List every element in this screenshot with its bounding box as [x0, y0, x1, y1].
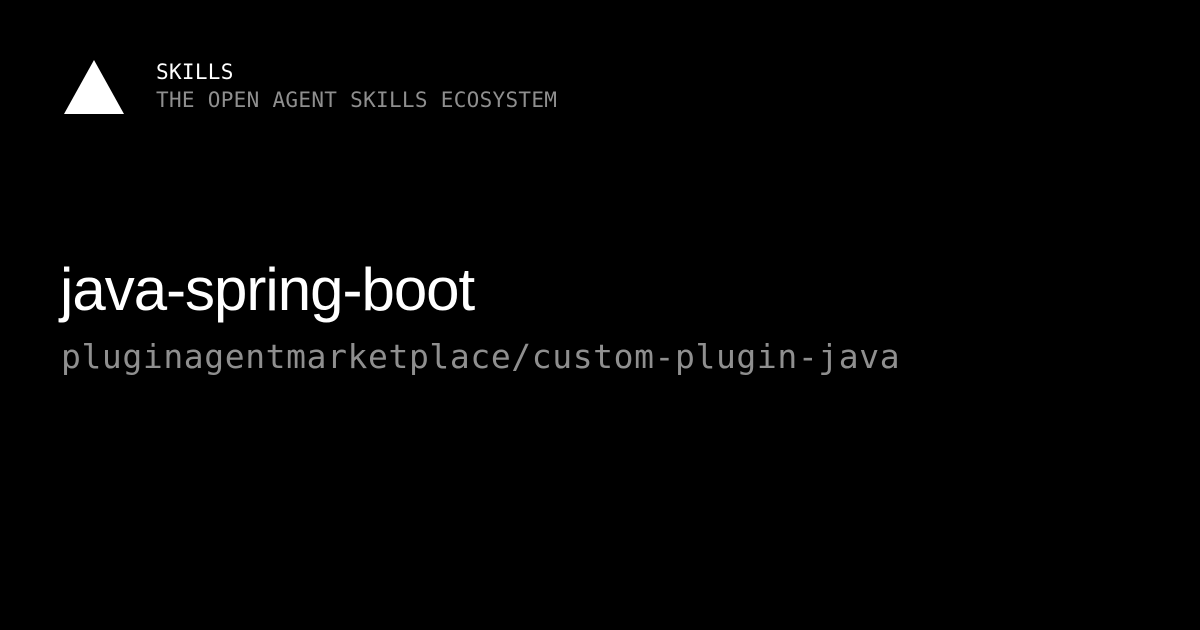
- brand-tagline: THE OPEN AGENT SKILLS ECOSYSTEM: [156, 88, 558, 112]
- triangle-logo-icon: [64, 60, 124, 114]
- brand-header: SKILLS THE OPEN AGENT SKILLS ECOSYSTEM: [64, 58, 557, 114]
- brand-name: SKILLS: [156, 60, 234, 84]
- skill-source: pluginagentmarketplace/custom-plugin-jav…: [61, 337, 901, 376]
- skill-title: java-spring-boot: [60, 256, 475, 323]
- brand-text: SKILLS THE OPEN AGENT SKILLS ECOSYSTEM: [156, 58, 557, 114]
